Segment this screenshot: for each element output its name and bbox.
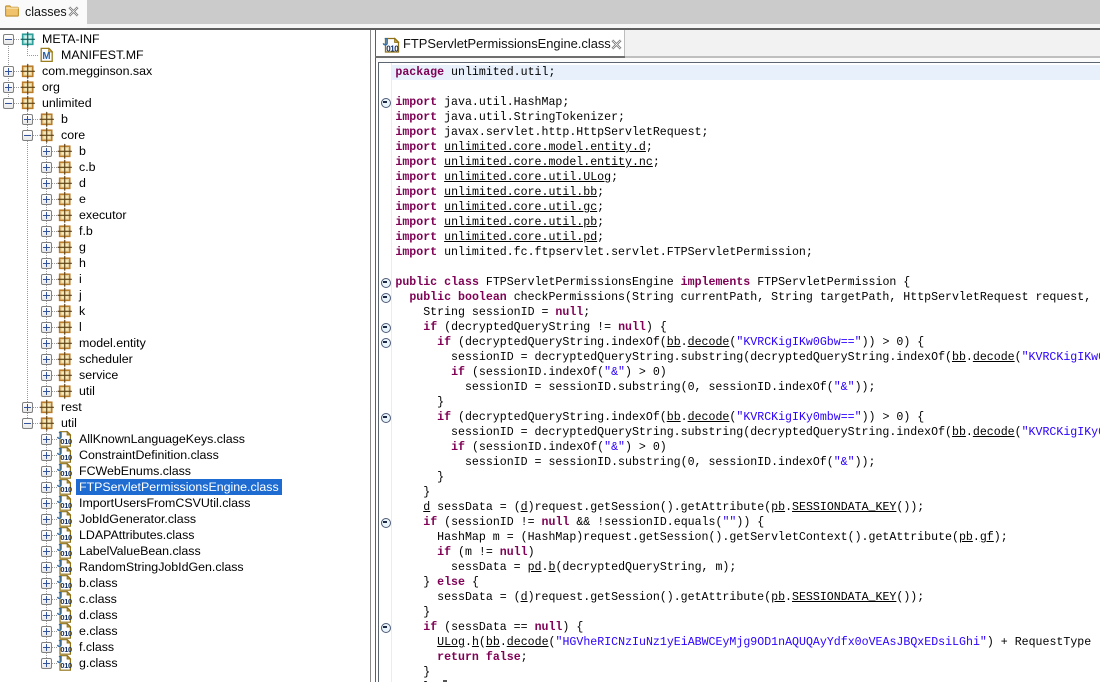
svg-text:M: M <box>42 51 50 62</box>
svg-text:010: 010 <box>386 44 399 53</box>
svg-text:010: 010 <box>60 469 72 478</box>
svg-text:010: 010 <box>60 453 72 462</box>
svg-text:010: 010 <box>60 485 72 494</box>
svg-text:010: 010 <box>60 533 72 542</box>
svg-text:010: 010 <box>60 629 72 638</box>
svg-text:010: 010 <box>60 645 72 654</box>
svg-text:010: 010 <box>60 501 72 510</box>
svg-text:010: 010 <box>60 581 72 590</box>
svg-text:010: 010 <box>60 613 72 622</box>
svg-text:010: 010 <box>60 597 72 606</box>
svg-text:010: 010 <box>60 565 72 574</box>
svg-text:010: 010 <box>60 517 72 526</box>
svg-text:010: 010 <box>60 661 72 670</box>
svg-text:010: 010 <box>60 549 72 558</box>
svg-text:010: 010 <box>60 437 72 446</box>
